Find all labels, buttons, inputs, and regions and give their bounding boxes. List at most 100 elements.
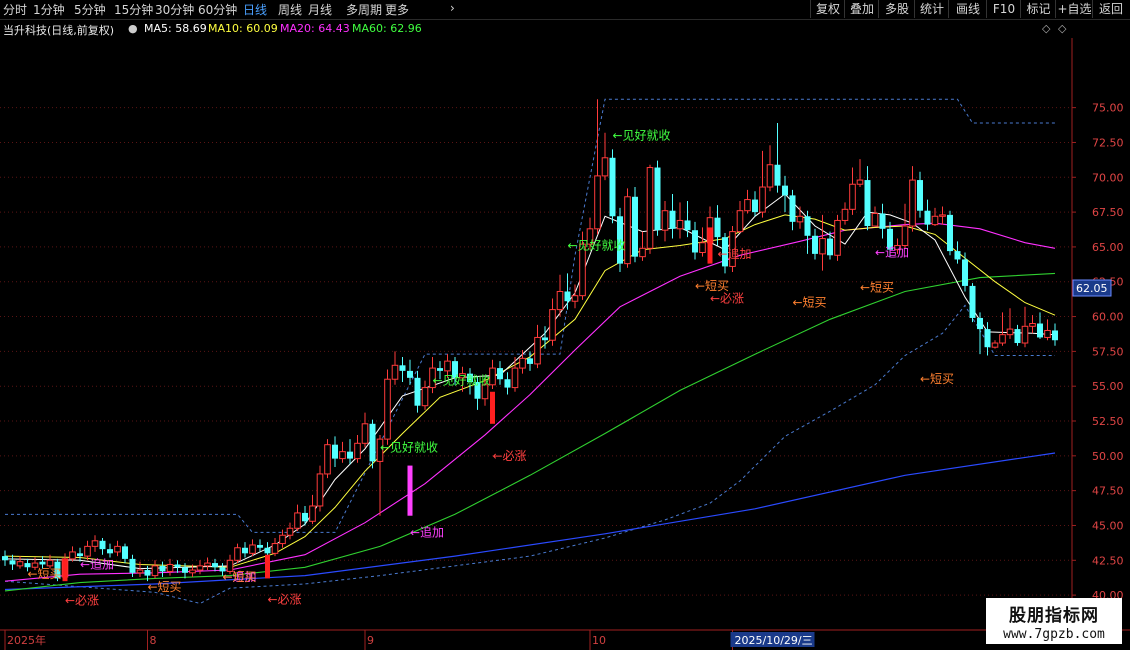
toolbar-button-2[interactable]: 多股 — [878, 0, 915, 18]
toolbar-button-0[interactable]: 复权 — [810, 0, 845, 18]
period-tab-5[interactable]: 60分钟 — [198, 1, 237, 18]
candle-body — [827, 238, 833, 256]
candle — [16, 556, 24, 569]
candle-body — [841, 208, 849, 221]
candle — [1029, 315, 1036, 334]
candle — [407, 359, 413, 385]
candle — [917, 171, 923, 218]
candle-body — [399, 365, 406, 371]
candle-body — [519, 357, 526, 369]
candle — [632, 187, 638, 263]
candle-body — [249, 544, 256, 554]
candle-body — [699, 242, 706, 253]
candle — [2, 550, 8, 566]
candle — [354, 434, 361, 463]
candle — [196, 560, 204, 575]
candle-body — [332, 444, 338, 459]
toolbar-button-8[interactable]: 返回 — [1092, 0, 1129, 18]
stock-title[interactable]: 当升科技(日线,前复权) — [3, 22, 114, 38]
signal-annotation: ←短买 — [223, 570, 257, 584]
toolbar-button-6[interactable]: 标记 — [1020, 0, 1056, 18]
period-tab-4[interactable]: 30分钟 — [155, 1, 194, 18]
candle — [361, 412, 369, 448]
candle — [676, 202, 684, 239]
candle — [204, 557, 211, 571]
candle — [497, 361, 503, 385]
candle-body — [384, 378, 391, 440]
signal-bar — [707, 227, 713, 264]
candle-body — [609, 157, 616, 217]
candle-body — [129, 558, 136, 573]
y-tick-label: 45.00 — [1092, 519, 1124, 532]
period-tab-9[interactable]: 多周期 — [346, 1, 382, 18]
candle-body — [69, 551, 76, 560]
candle — [782, 175, 788, 213]
candle — [939, 206, 946, 225]
ma-label-3: MA60: 62.96 — [352, 22, 422, 35]
candle-body — [166, 563, 174, 572]
signal-annotation: ←见好就收 — [433, 374, 491, 388]
candle-body — [676, 219, 684, 230]
candle — [309, 494, 316, 525]
toolbar-button-4[interactable]: 画线 — [948, 0, 987, 18]
candle-body — [511, 367, 519, 389]
candle-body — [204, 562, 211, 567]
toolbar-button-3[interactable]: 统计 — [914, 0, 949, 18]
candle — [534, 324, 541, 369]
signal-annotation: ←短买 — [860, 280, 894, 294]
signal-annotation: ←追加 — [718, 246, 752, 261]
period-tab-6[interactable]: 日线 — [243, 1, 267, 18]
collapse-icon[interactable]: ◇ — [1058, 22, 1066, 35]
candle-body — [991, 342, 999, 348]
period-tab-0[interactable]: 分时 — [3, 1, 27, 18]
candle — [991, 340, 999, 349]
signal-annotation: ←短买 — [920, 372, 954, 386]
y-tick-label: 55.00 — [1092, 380, 1124, 393]
candle-body — [692, 230, 698, 253]
candle-body — [999, 334, 1006, 344]
signal-annotation: ←必涨 — [268, 591, 302, 606]
candle — [1006, 308, 1014, 339]
signal-annotation: ←见好就收 — [380, 440, 438, 454]
candle-body — [354, 442, 361, 460]
signal-bar — [407, 465, 413, 516]
toolbar-button-5[interactable]: F10 — [986, 0, 1021, 18]
candle — [841, 202, 849, 225]
x-tick-label: 2025年 — [7, 633, 46, 647]
candle — [954, 241, 961, 264]
dropdown-circle-icon[interactable]: ● — [128, 22, 138, 35]
candle — [909, 166, 916, 232]
period-tab-7[interactable]: 周线 — [278, 1, 302, 18]
toolbar-button-7[interactable]: +自选 — [1055, 0, 1093, 18]
candle-body — [594, 175, 601, 230]
candle — [421, 380, 429, 410]
period-tab-2[interactable]: 5分钟 — [74, 1, 106, 18]
candle-body — [752, 199, 758, 213]
candle-body — [294, 512, 301, 529]
signal-annotation: ←见好就收 — [613, 128, 671, 142]
candle-body — [421, 387, 429, 407]
candle — [159, 561, 166, 578]
candle-body — [542, 337, 548, 341]
period-tab-8[interactable]: 月线 — [308, 1, 332, 18]
toolbar-button-1[interactable]: 叠加 — [844, 0, 879, 18]
candle-body — [984, 329, 991, 348]
candle — [1044, 319, 1051, 341]
chevron-right-icon[interactable]: › — [450, 1, 455, 15]
period-tab-1[interactable]: 1分钟 — [33, 1, 65, 18]
candle-body — [264, 547, 271, 554]
ma-label-1: MA10: 60.09 — [208, 22, 278, 35]
candle — [774, 122, 781, 193]
diamond-icon[interactable]: ◇ — [1042, 22, 1050, 35]
candle — [924, 199, 931, 231]
candlestick-chart[interactable]: 40.0042.5045.0047.5050.0052.5055.0057.50… — [0, 38, 1130, 650]
y-tick-label: 42.50 — [1092, 554, 1124, 567]
signal-bar — [265, 554, 270, 579]
upper-band-line — [5, 98, 1055, 533]
candle-body — [107, 549, 113, 554]
signal-annotation: ←短买 — [148, 580, 182, 594]
period-tab-3[interactable]: 15分钟 — [114, 1, 153, 18]
period-tab-10[interactable]: 更多 — [385, 1, 409, 18]
candle — [114, 540, 121, 557]
candle-body — [601, 157, 609, 177]
